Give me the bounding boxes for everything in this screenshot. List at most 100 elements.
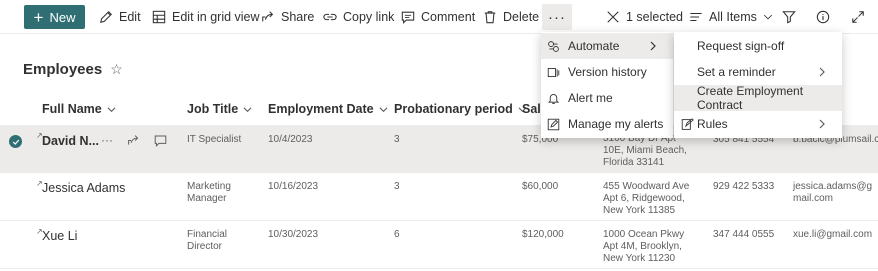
chevron-down-icon	[107, 106, 116, 112]
new-button-label: New	[49, 9, 76, 25]
column-header-job-title[interactable]: Job Title	[187, 102, 252, 116]
address-cell: 455 Woodward Ave Apt 6, Ridgewood, New Y…	[603, 181, 690, 216]
automate-icon	[548, 40, 559, 52]
column-header-label: Job Title	[187, 102, 239, 116]
column-header-label: Probationary period	[394, 102, 513, 116]
column-header-label: Employment Date	[268, 102, 374, 116]
comment-button[interactable]: Comment	[401, 5, 475, 29]
job-title-cell: Financial Director	[187, 229, 228, 252]
address-cell: 5100 Bay Dr Apt 10E, Miami Beach, Florid…	[603, 133, 687, 168]
expand-button[interactable]	[851, 5, 871, 29]
menu-item-label: Request sign-off	[697, 39, 785, 53]
info-button[interactable]	[816, 5, 836, 29]
chevron-right-icon	[819, 119, 825, 129]
chevron-down-icon	[379, 106, 388, 112]
list-title: Employees ☆	[23, 61, 123, 78]
chevron-right-icon	[819, 67, 825, 77]
list-title-text: Employees	[23, 61, 103, 78]
column-header-probationary-period[interactable]: Probationary period	[394, 102, 527, 116]
comment-icon	[401, 11, 415, 24]
delete-button[interactable]: Delete	[483, 5, 539, 29]
phone-cell: 347 444 0555	[713, 229, 775, 240]
probation-cell: 3	[394, 181, 400, 192]
filter-icon	[782, 11, 796, 24]
chevron-right-icon	[650, 41, 656, 51]
row-actions: ···	[101, 133, 167, 147]
menu-item-manage-alerts[interactable]: Manage my alerts	[541, 111, 673, 137]
command-bar: + New Edit Edit in grid view Share Copy …	[0, 0, 878, 34]
menu-item-rules[interactable]: Rules	[674, 111, 842, 137]
bell-icon	[547, 93, 560, 104]
share-icon[interactable]	[127, 134, 140, 147]
probation-cell: 6	[394, 229, 400, 240]
menu-item-automate[interactable]: Automate	[541, 33, 673, 59]
share-icon	[262, 11, 274, 22]
menu-item-label: Automate	[568, 39, 620, 53]
link-icon	[323, 13, 337, 21]
version-history-icon	[547, 67, 560, 77]
menu-item-label: Set a reminder	[697, 65, 776, 79]
phone-cell: 929 422 5333	[713, 181, 775, 192]
edit-grid-button[interactable]: Edit in grid view	[152, 5, 260, 29]
row-checkmark-icon[interactable]	[9, 135, 22, 148]
full-name-cell[interactable]: Jessica Adams	[42, 181, 125, 195]
employment-date-cell: 10/4/2023	[268, 134, 313, 145]
trash-icon	[484, 11, 496, 24]
edit-grid-label: Edit in grid view	[172, 10, 260, 24]
rules-icon	[681, 117, 694, 130]
job-title-cell: Marketing Manager	[187, 181, 231, 204]
more-options-button[interactable]: ···	[542, 4, 572, 30]
view-switcher[interactable]: All Items	[689, 5, 773, 29]
plus-icon: +	[33, 7, 44, 27]
table-row[interactable]: ↗ Jessica Adams Marketing Manager 10/16/…	[0, 173, 878, 221]
employment-date-cell: 10/16/2023	[268, 181, 319, 192]
menu-item-label: Create Employment Contract	[697, 84, 804, 112]
edit-label: Edit	[119, 10, 141, 24]
menu-item-request-sign-off[interactable]: Request sign-off	[674, 33, 842, 59]
full-name-cell[interactable]: Xue Li	[42, 229, 77, 243]
chevron-down-icon	[243, 106, 252, 112]
delete-label: Delete	[503, 10, 540, 24]
copy-link-button[interactable]: Copy link	[323, 5, 394, 29]
comment-icon[interactable]	[154, 134, 167, 147]
table-row[interactable]: ↗ Xue Li Financial Director 10/30/2023 6…	[0, 221, 878, 269]
new-button[interactable]: + New	[24, 5, 85, 29]
edit-button[interactable]: Edit	[99, 5, 141, 29]
automate-submenu: Request sign-off Set a reminder Create E…	[674, 32, 842, 138]
full-name-cell[interactable]: David N...	[42, 134, 99, 148]
clear-selection-button[interactable]: 1 selected	[606, 5, 683, 29]
email-cell[interactable]: xue.li@gmail.com	[793, 229, 872, 241]
menu-item-set-reminder[interactable]: Set a reminder	[674, 59, 842, 85]
copy-link-label: Copy link	[343, 10, 395, 24]
column-header-full-name[interactable]: Full Name	[42, 102, 116, 116]
chevron-down-icon	[763, 14, 772, 20]
menu-item-label: Manage my alerts	[568, 117, 664, 131]
menu-item-alert-me[interactable]: Alert me	[541, 85, 673, 111]
share-label: Share	[281, 10, 315, 24]
manage-alerts-icon	[547, 118, 560, 130]
column-header-label: Full Name	[42, 102, 102, 116]
pencil-icon	[100, 11, 112, 23]
favorite-star-icon[interactable]: ☆	[110, 61, 123, 78]
menu-item-version-history[interactable]: Version history	[541, 59, 673, 85]
menu-item-create-employment-contract[interactable]: Create Employment Contract	[674, 84, 842, 112]
salary-cell: $120,000	[522, 229, 564, 240]
job-title-cell: IT Specialist	[187, 134, 242, 145]
list-icon	[690, 12, 702, 22]
close-icon	[607, 11, 619, 23]
share-button[interactable]: Share	[261, 5, 314, 29]
more-icon: ···	[548, 8, 566, 26]
selected-count: 1 selected	[626, 10, 683, 24]
address-cell: 1000 Ocean Pkwy Apt 4M, Brooklyn, New Yo…	[603, 229, 685, 264]
employment-date-cell: 10/30/2023	[268, 229, 319, 240]
email-cell[interactable]: jessica.adams@gmail.com	[793, 181, 878, 205]
menu-item-label: Version history	[568, 65, 647, 79]
grid-icon	[152, 10, 166, 24]
row-more-icon[interactable]: ···	[101, 133, 113, 147]
filter-button[interactable]	[782, 5, 802, 29]
probation-cell: 3	[394, 134, 400, 145]
expand-icon	[852, 11, 864, 23]
view-label: All Items	[709, 10, 757, 24]
comment-label: Comment	[421, 10, 476, 24]
column-header-employment-date[interactable]: Employment Date	[268, 102, 388, 116]
